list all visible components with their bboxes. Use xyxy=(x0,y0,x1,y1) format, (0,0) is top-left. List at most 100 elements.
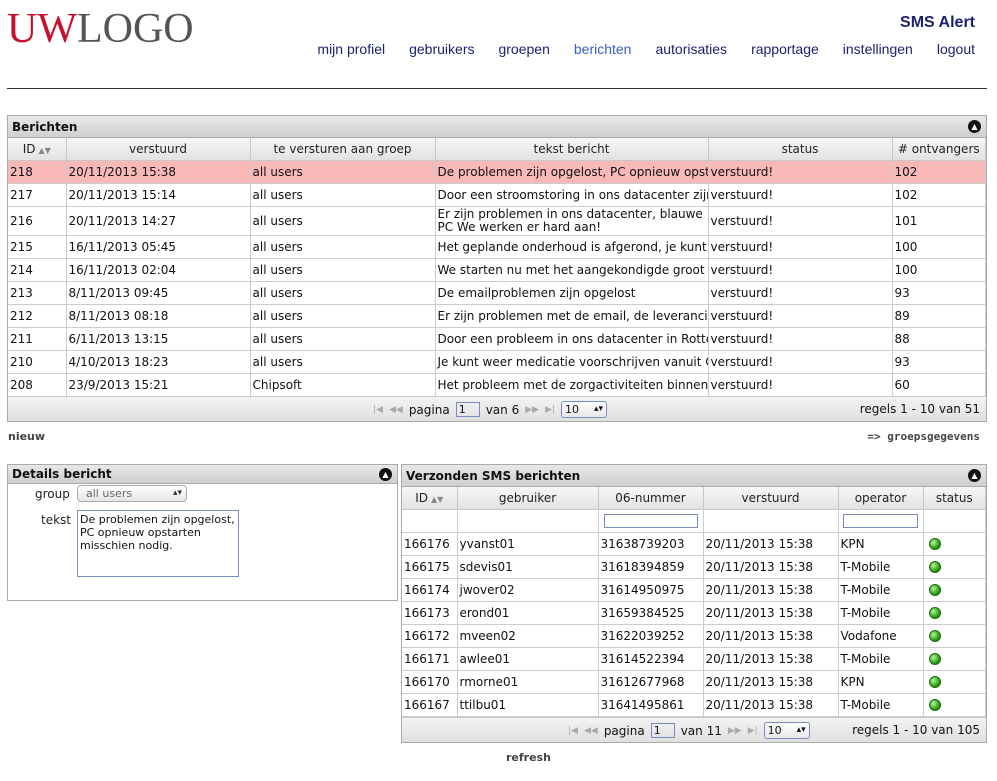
cell-sent: 6/11/2013 13:15 xyxy=(66,327,251,351)
rows-per-page-select[interactable]: 10 ▴▾ xyxy=(763,722,810,739)
col-recipients[interactable]: # ontvangers xyxy=(892,138,986,161)
page-input[interactable]: 1 xyxy=(650,723,675,738)
operator-filter-input[interactable] xyxy=(842,513,919,528)
cell-id: 210 xyxy=(8,350,67,374)
col-sent[interactable]: verstuurd xyxy=(66,138,251,161)
table-row[interactable]: 166174 jwover02 31614950975 20/11/2013 15:3… xyxy=(402,578,986,602)
col-status[interactable]: status xyxy=(708,138,893,161)
cell-group: all users xyxy=(250,160,436,184)
table-row[interactable]: 212 8/11/2013 08:18 all users Er zijn probl… xyxy=(8,304,986,328)
cell-status xyxy=(923,670,986,694)
col-group[interactable]: te versturen aan groep xyxy=(250,138,436,161)
table-row[interactable]: 166175 sdevis01 31618394859 20/11/2013 15:3… xyxy=(402,555,986,579)
table-row[interactable]: 166170 rmorne01 31612677968 20/11/2013 15:3… xyxy=(402,670,986,694)
table-row[interactable]: 210 4/10/2013 18:23 all users Je kunt weer … xyxy=(8,350,986,374)
table-row[interactable]: 208 23/9/2013 15:21 Chipsoft Het probleem m… xyxy=(8,373,986,397)
rows-per-page-select[interactable]: 10 ▴▾ xyxy=(561,401,608,418)
table-row[interactable]: 216 20/11/2013 14:27 all users Er zijn prob… xyxy=(8,206,986,236)
group-label: group xyxy=(35,487,70,501)
cell-group: all users xyxy=(250,183,436,207)
nav-rapportage[interactable]: rapportage xyxy=(751,41,819,57)
cell-operator: KPN xyxy=(838,670,924,694)
sort-icon: ▲▼ xyxy=(38,145,51,155)
table-row[interactable]: 166176 yvanst01 31638739203 20/11/2013 15:3… xyxy=(402,532,986,556)
cell-user: yvanst01 xyxy=(457,532,599,556)
cell-user: mveen02 xyxy=(457,624,599,648)
cell-operator: T-Mobile xyxy=(838,601,924,625)
cell-sent: 20/11/2013 15:38 xyxy=(703,693,839,717)
prev-page-icon[interactable]: ◀◀ xyxy=(584,726,598,736)
table-row[interactable]: 166167 ttilbu01 31641495861 20/11/2013 15:3… xyxy=(402,693,986,717)
cell-count: 88 xyxy=(892,327,986,351)
nav-gebruikers[interactable]: gebruikers xyxy=(409,41,474,57)
last-page-icon[interactable]: ▶| xyxy=(545,405,555,415)
table-row[interactable]: 211 6/11/2013 13:15 all users Door een prob… xyxy=(8,327,986,351)
col-user[interactable]: gebruiker xyxy=(457,487,599,510)
next-page-icon[interactable]: ▶▶ xyxy=(525,405,539,415)
table-row[interactable]: 166173 erond01 31659384525 20/11/2013 15:38… xyxy=(402,601,986,625)
col-text[interactable]: tekst bericht xyxy=(435,138,709,161)
cell-sent: 20/11/2013 15:38 xyxy=(703,532,839,556)
refresh-link[interactable]: refresh xyxy=(506,751,551,764)
group-select[interactable]: all users ▴▾ xyxy=(77,485,187,502)
cell-status: verstuurd! xyxy=(708,304,893,328)
app-title: SMS Alert xyxy=(900,14,975,31)
col-number[interactable]: 06-nummer xyxy=(598,487,704,510)
messages-panel-title: Berichten ▲ xyxy=(8,116,986,138)
cell-text: De problemen zijn opgelost, PC opnieuw o… xyxy=(435,160,709,184)
table-row[interactable]: 218 20/11/2013 15:38 all users De problemen… xyxy=(8,160,986,184)
nav-logout[interactable]: logout xyxy=(937,41,975,57)
table-row[interactable]: 217 20/11/2013 15:14 all users Door een str… xyxy=(8,183,986,207)
prev-page-icon[interactable]: ◀◀ xyxy=(389,405,403,415)
cell-operator: Vodafone xyxy=(838,624,924,648)
col-id[interactable]: ID ▲▼ xyxy=(402,487,458,510)
nav-instellingen[interactable]: instellingen xyxy=(843,41,913,57)
table-row[interactable]: 214 16/11/2013 02:04 all users We starten n… xyxy=(8,258,986,282)
status-ok-icon xyxy=(928,653,941,665)
page-label: pagina xyxy=(603,723,645,738)
cell-group: all users xyxy=(250,258,436,282)
nav-berichten[interactable]: berichten xyxy=(574,41,632,57)
cell-status: verstuurd! xyxy=(708,235,893,259)
main-nav: mijn profiel gebruikers groepen berichte… xyxy=(293,41,975,57)
sms-panel-title: Verzonden SMS berichten ▲ xyxy=(402,465,986,487)
nav-mijn-profiel[interactable]: mijn profiel xyxy=(317,41,385,57)
group-details-link[interactable]: => groepsgegevens xyxy=(867,430,980,443)
new-message-link[interactable]: nieuw xyxy=(8,430,45,443)
cell-number: 31622039252 xyxy=(598,624,704,648)
table-row[interactable]: 166171 awlee01 31614522394 20/11/2013 15:38… xyxy=(402,647,986,671)
page-input[interactable]: 1 xyxy=(455,402,480,417)
cell-text: We starten nu met het aangekondigde groo… xyxy=(435,258,709,282)
first-page-icon[interactable]: |◀ xyxy=(373,405,383,415)
cell-status xyxy=(923,532,986,556)
last-page-icon[interactable]: ▶| xyxy=(748,726,758,736)
filter-cell xyxy=(402,509,458,533)
cell-id: 166176 xyxy=(402,532,458,556)
cell-operator: T-Mobile xyxy=(838,647,924,671)
message-textarea[interactable]: De problemen zijn opgelost, PC opnieuw o… xyxy=(77,510,239,577)
cell-status: verstuurd! xyxy=(708,327,893,351)
chevron-down-icon: ▴▾ xyxy=(172,488,182,498)
collapse-icon[interactable]: ▲ xyxy=(968,120,981,133)
collapse-icon[interactable]: ▲ xyxy=(379,468,392,481)
cell-operator: T-Mobile xyxy=(838,693,924,717)
next-page-icon[interactable]: ▶▶ xyxy=(728,726,742,736)
nav-groepen[interactable]: groepen xyxy=(498,41,549,57)
table-row[interactable]: 215 16/11/2013 05:45 all users Het geplande… xyxy=(8,235,986,259)
col-status[interactable]: status xyxy=(923,487,986,510)
number-filter-input[interactable] xyxy=(603,513,698,528)
col-id[interactable]: ID ▲▼ xyxy=(8,138,67,161)
cell-id: 217 xyxy=(8,183,67,207)
collapse-icon[interactable]: ▲ xyxy=(968,469,981,482)
col-sent[interactable]: verstuurd xyxy=(703,487,839,510)
status-ok-icon xyxy=(928,561,941,573)
col-operator[interactable]: operator xyxy=(838,487,924,510)
cell-status xyxy=(923,693,986,717)
table-row[interactable]: 166172 mveen02 31622039252 20/11/2013 15:38… xyxy=(402,624,986,648)
cell-id: 166167 xyxy=(402,693,458,717)
first-page-icon[interactable]: |◀ xyxy=(568,726,578,736)
table-row[interactable]: 213 8/11/2013 09:45 all users De emailprobl… xyxy=(8,281,986,305)
cell-sent: 16/11/2013 02:04 xyxy=(66,258,251,282)
cell-id: 166173 xyxy=(402,601,458,625)
nav-autorisaties[interactable]: autorisaties xyxy=(655,41,727,57)
